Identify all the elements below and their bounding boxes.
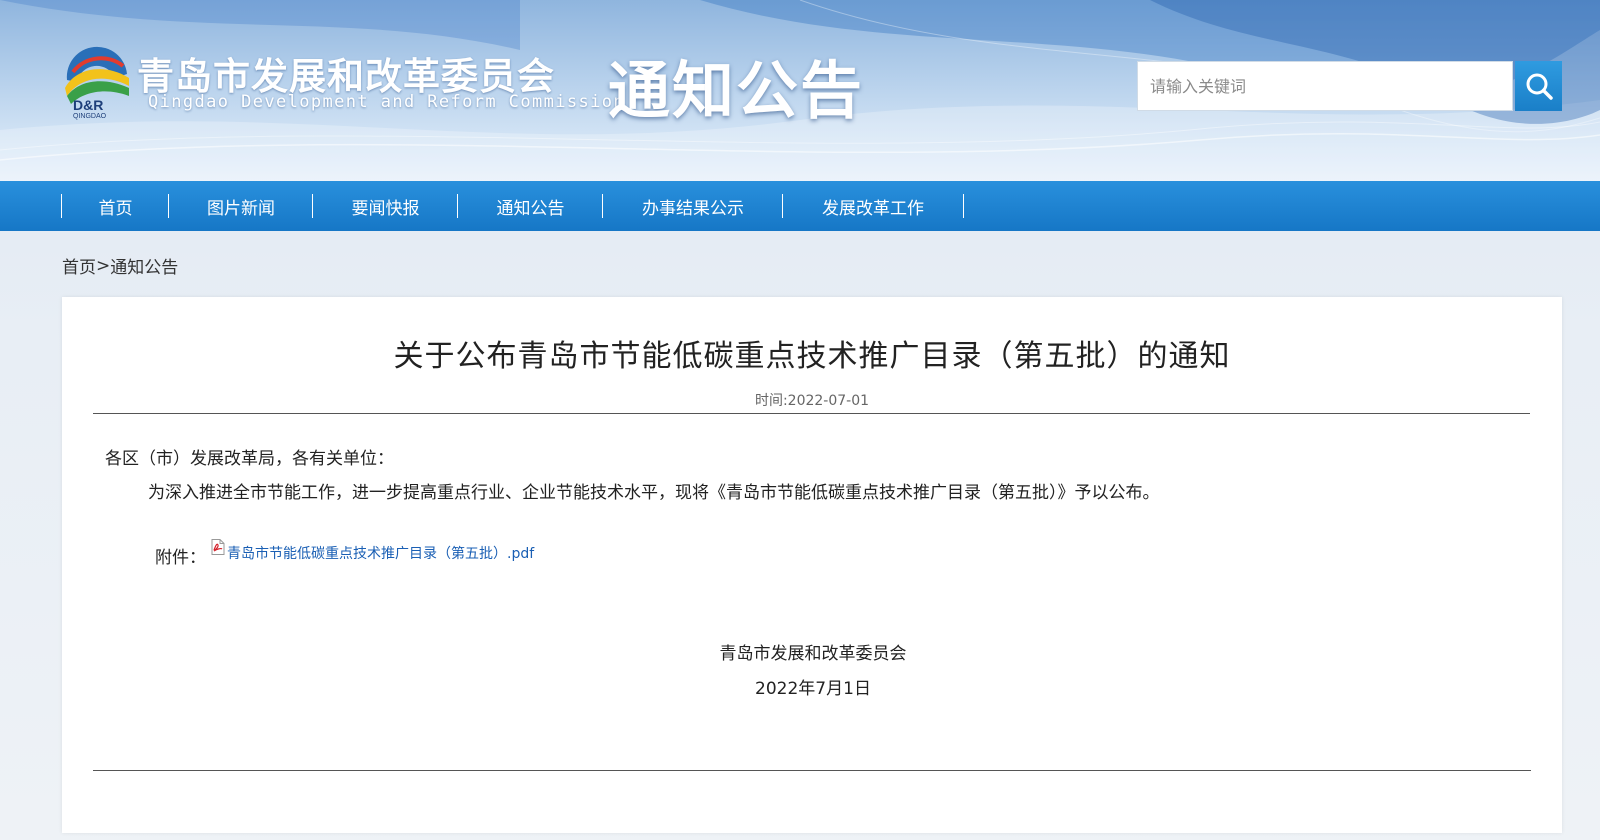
breadcrumb: 首页 > 通知公告 xyxy=(62,253,178,279)
signature-date: 2022年7月1日 xyxy=(755,679,871,699)
signature-organization: 青岛市发展和改革委员会 xyxy=(719,644,907,664)
pdf-icon xyxy=(211,539,225,555)
nav-item-notices[interactable]: 通知公告 xyxy=(457,181,603,231)
search-icon xyxy=(1526,73,1553,100)
divider-bottom xyxy=(93,770,1531,771)
attachment-link[interactable]: 青岛市节能低碳重点技术推广目录（第五批）.pdf xyxy=(211,539,535,563)
article-paragraph: 为深入推进全市节能工作，进一步提高重点行业、企业节能技术水平，现将《青岛市节能低… xyxy=(148,483,1160,503)
nav-item-results[interactable]: 办事结果公示 xyxy=(602,181,783,231)
breadcrumb-current-link[interactable]: 通知公告 xyxy=(110,253,178,278)
article-date: 时间:2022-07-01 xyxy=(754,393,870,409)
nav-item-home[interactable]: 首页 xyxy=(61,181,169,231)
nav-item-label: 首页 xyxy=(98,198,133,219)
attachment-link-text: 青岛市节能低碳重点技术推广目录（第五批）.pdf xyxy=(227,546,535,562)
attachment-label: 附件： xyxy=(155,548,206,568)
main-nav: 首页 图片新闻 要闻快报 通知公告 办事结果公示 发展改革工作 xyxy=(0,181,1600,231)
logo-mark-text: D&R xyxy=(73,97,104,113)
logo-mark-subtext: QINGDAO xyxy=(73,113,107,120)
nav-item-photo-news[interactable]: 图片新闻 xyxy=(168,181,313,231)
nav-item-label: 要闻快报 xyxy=(351,198,420,219)
article-panel: 关于公布青岛市节能低碳重点技术推广目录（第五批）的通知 时间:2022-07-0… xyxy=(62,297,1562,833)
nav-item-label: 办事结果公示 xyxy=(642,198,744,219)
search-button[interactable] xyxy=(1515,61,1562,111)
section-title: 通知公告 xyxy=(608,54,865,127)
nav-item-label: 发展改革工作 xyxy=(822,198,924,219)
divider-top xyxy=(93,413,1530,414)
search-input[interactable] xyxy=(1137,61,1513,111)
logo-emblem-icon[interactable]: D&R QINGDAO xyxy=(63,38,133,124)
nav-item-label: 图片新闻 xyxy=(207,198,275,219)
logo-english-name: Qingdao Development and Reform Commissio… xyxy=(148,92,626,112)
article-title: 关于公布青岛市节能低碳重点技术推广目录（第五批）的通知 xyxy=(393,339,1231,374)
nav-item-reform-work[interactable]: 发展改革工作 xyxy=(782,181,964,231)
nav-item-news-flash[interactable]: 要闻快报 xyxy=(312,181,458,231)
article-salutation: 各区（市）发展改革局，各有关单位： xyxy=(105,449,394,469)
site-header: D&R QINGDAO 青岛市发展和改革委员会 Qingdao Developm… xyxy=(0,0,1600,181)
breadcrumb-home-link[interactable]: 首页 xyxy=(62,253,96,278)
nav-item-label: 通知公告 xyxy=(496,198,565,219)
breadcrumb-separator: > xyxy=(96,255,111,276)
